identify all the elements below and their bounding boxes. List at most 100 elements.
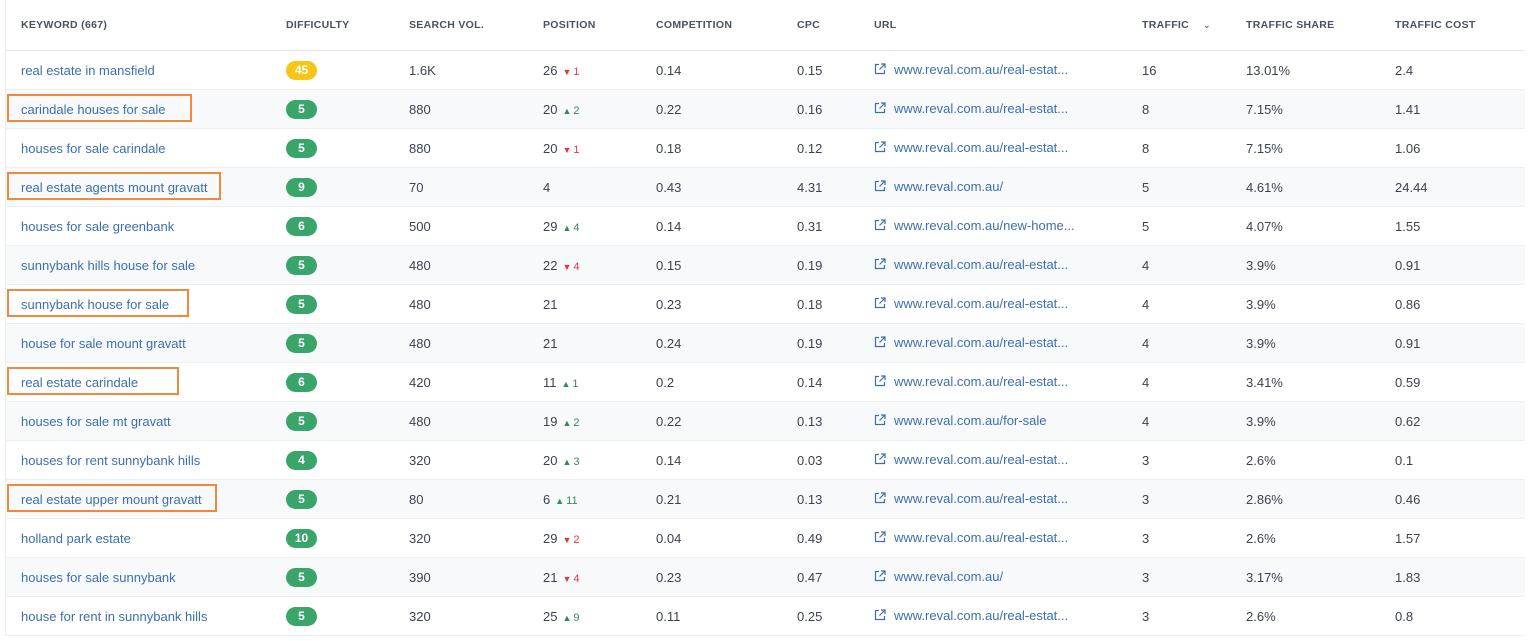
url-link[interactable]: www.reval.com.au/ <box>874 569 1003 584</box>
traffic-share-cell: 3.17% <box>1246 569 1283 585</box>
keyword-cell: houses for sale mt gravatt <box>6 414 286 429</box>
table-header: KEYWORD (667) DIFFICULTY SEARCH VOL. POS… <box>6 0 1525 51</box>
col-header-url[interactable]: URL <box>874 19 1142 31</box>
traffic-share-cell: 2.6% <box>1246 608 1276 624</box>
difficulty-cell: 6 <box>286 372 409 392</box>
url-cell: www.reval.com.au/for-sale <box>874 413 1142 430</box>
col-header-difficulty[interactable]: DIFFICULTY <box>286 19 409 31</box>
url-link[interactable]: www.reval.com.au/real-estat... <box>874 296 1068 311</box>
difficulty-cell: 5 <box>286 606 409 626</box>
url-link[interactable]: www.reval.com.au/real-estat... <box>874 608 1068 623</box>
url-link[interactable]: www.reval.com.au/new-home... <box>874 218 1075 233</box>
competition-cell: 0.14 <box>656 218 682 234</box>
position-change-value: 11 <box>566 494 578 507</box>
traffic-cell: 5 <box>1142 179 1150 195</box>
keyword-link[interactable]: real estate upper mount gravatt <box>21 492 202 507</box>
position-change-value: 2 <box>573 104 580 117</box>
keyword-link[interactable]: real estate agents mount gravatt <box>21 180 207 195</box>
keyword-link[interactable]: sunnybank house for sale <box>21 297 169 312</box>
url-link[interactable]: www.reval.com.au/real-estat... <box>874 335 1068 350</box>
url-cell: www.reval.com.au/ <box>874 179 1142 196</box>
cpc-cell: 0.18 <box>797 296 823 312</box>
difficulty-cell: 5 <box>286 489 409 509</box>
keyword-link[interactable]: houses for sale sunnybank <box>21 570 176 585</box>
position-cell: 26 ▼ 1 <box>543 63 656 78</box>
traffic-cost-cell: 1.41 <box>1395 101 1421 117</box>
external-link-icon <box>874 570 886 582</box>
table-row: houses for sale mt gravatt 5 480 19 ▲ 2 0.22 0.… <box>6 402 1525 441</box>
sort-chevron-down-icon[interactable]: ⌄ <box>1203 20 1211 31</box>
col-header-search-vol[interactable]: SEARCH VOL. <box>409 19 543 31</box>
url-text: www.reval.com.au/real-estat... <box>894 256 1069 272</box>
keyword-link[interactable]: real estate carindale <box>21 375 138 390</box>
col-header-position[interactable]: POSITION <box>543 19 656 31</box>
url-link[interactable]: www.reval.com.au/ <box>874 179 1003 194</box>
url-link[interactable]: www.reval.com.au/real-estat... <box>874 491 1068 506</box>
position-cell: 22 ▼ 4 <box>543 258 656 273</box>
url-cell: www.reval.com.au/real-estat... <box>874 608 1142 625</box>
keyword-link[interactable]: houses for sale carindale <box>21 141 166 156</box>
col-header-traffic[interactable]: TRAFFIC ⌄ <box>1142 19 1246 31</box>
url-text: www.reval.com.au/real-estat... <box>894 100 1069 116</box>
difficulty-cell: 9 <box>286 177 409 197</box>
col-header-traffic-share[interactable]: TRAFFIC SHARE <box>1246 19 1395 31</box>
url-cell: www.reval.com.au/real-estat... <box>874 296 1142 313</box>
keyword-link[interactable]: carindale houses for sale <box>21 102 166 117</box>
traffic-cost-cell: 0.86 <box>1395 296 1421 312</box>
keyword-cell: house for sale mount gravatt <box>6 336 286 351</box>
keyword-link[interactable]: houses for sale mt gravatt <box>21 414 171 429</box>
position-value: 4 <box>543 179 551 195</box>
keyword-link[interactable]: real estate in mansfield <box>21 63 155 78</box>
table-body: real estate in mansfield 45 1.6K 26 ▼ 1 0.14 0.… <box>6 51 1525 636</box>
url-link[interactable]: www.reval.com.au/real-estat... <box>874 140 1068 155</box>
keyword-link[interactable]: sunnybank hills house for sale <box>21 258 195 273</box>
traffic-cell: 3 <box>1142 608 1150 624</box>
external-link-icon <box>874 375 886 387</box>
position-value: 11 <box>543 374 557 390</box>
difficulty-cell: 5 <box>286 99 409 119</box>
url-cell: www.reval.com.au/real-estat... <box>874 530 1142 547</box>
external-link-icon <box>874 531 886 543</box>
col-header-keyword[interactable]: KEYWORD (667) <box>6 19 286 31</box>
traffic-cell: 4 <box>1142 257 1150 273</box>
position-cell: 29 ▼ 2 <box>543 531 656 546</box>
table-row: real estate in mansfield 45 1.6K 26 ▼ 1 0.14 0.… <box>6 51 1525 90</box>
external-link-icon <box>874 180 886 192</box>
position-change-up: ▲ 1 <box>562 378 579 390</box>
difficulty-badge: 4 <box>286 450 317 470</box>
search-vol-cell: 420 <box>409 374 431 390</box>
keyword-link[interactable]: houses for sale greenbank <box>21 219 174 234</box>
url-link[interactable]: www.reval.com.au/real-estat... <box>874 452 1068 467</box>
competition-cell: 0.23 <box>656 569 682 585</box>
url-link[interactable]: www.reval.com.au/real-estat... <box>874 257 1068 272</box>
url-text: www.reval.com.au/real-estat... <box>894 334 1069 350</box>
position-change-down: ▼ 1 <box>562 144 579 156</box>
keyword-link[interactable]: holland park estate <box>21 531 131 546</box>
position-change-up: ▲ 2 <box>562 417 579 429</box>
url-link[interactable]: www.reval.com.au/real-estat... <box>874 530 1068 545</box>
url-link[interactable]: www.reval.com.au/real-estat... <box>874 101 1068 116</box>
difficulty-badge: 5 <box>286 411 317 431</box>
traffic-cell: 8 <box>1142 140 1150 156</box>
position-cell: 19 ▲ 2 <box>543 414 656 429</box>
table-row: real estate agents mount gravatt 9 70 4 0.43… <box>6 168 1525 207</box>
url-text: www.reval.com.au/ <box>894 568 1004 584</box>
table-row: carindale houses for sale 5 880 20 ▲ 2 0.22 0.1… <box>6 90 1525 129</box>
keyword-link[interactable]: houses for rent sunnybank hills <box>21 453 200 468</box>
cpc-cell: 0.14 <box>797 374 823 390</box>
url-link[interactable]: www.reval.com.au/real-estat... <box>874 62 1068 77</box>
url-link[interactable]: www.reval.com.au/for-sale <box>874 413 1046 428</box>
col-header-cpc[interactable]: CPC <box>797 19 874 31</box>
col-header-traffic-cost[interactable]: TRAFFIC COST <box>1395 19 1525 31</box>
keyword-cell: sunnybank hills house for sale <box>6 258 286 273</box>
external-link-icon <box>874 414 886 426</box>
keyword-cell: house for rent in sunnybank hills <box>6 609 286 624</box>
position-change-up: ▲ 3 <box>562 456 579 468</box>
keyword-link[interactable]: house for sale mount gravatt <box>21 336 186 351</box>
url-link[interactable]: www.reval.com.au/real-estat... <box>874 374 1068 389</box>
col-header-competition[interactable]: COMPETITION <box>656 19 797 31</box>
traffic-cost-cell: 24.44 <box>1395 179 1428 195</box>
cpc-cell: 4.31 <box>797 179 823 195</box>
traffic-cell: 4 <box>1142 296 1150 312</box>
keyword-link[interactable]: house for rent in sunnybank hills <box>21 609 207 624</box>
